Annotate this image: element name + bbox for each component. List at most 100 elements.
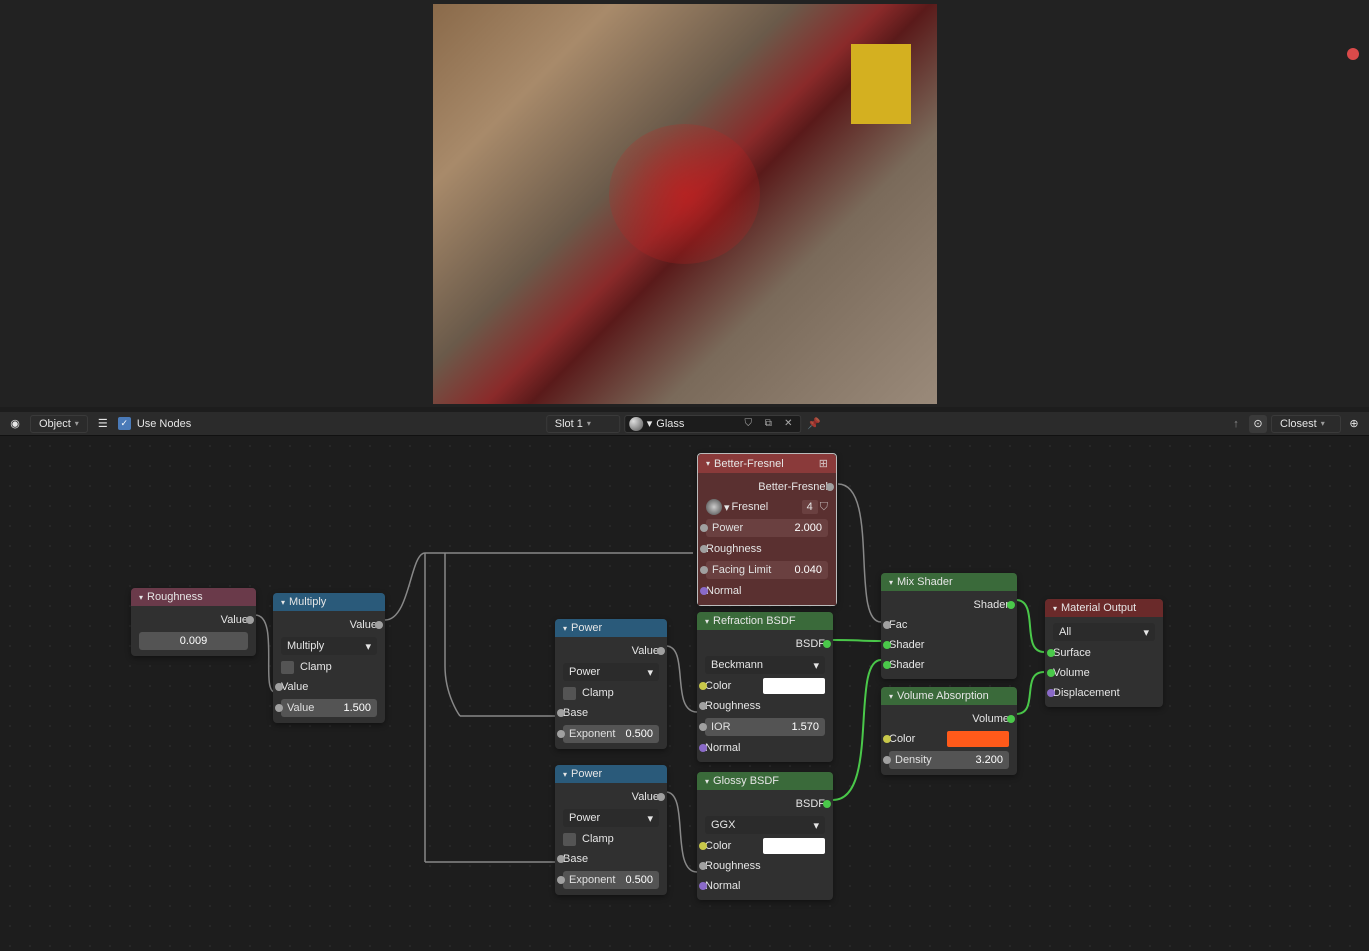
socket-input[interactable]	[275, 704, 283, 712]
color-swatch[interactable]	[763, 838, 825, 854]
facing-limit-field[interactable]: Facing Limit0.040	[706, 561, 828, 579]
use-nodes-checkbox[interactable]: ✓	[118, 417, 131, 430]
socket-output[interactable]	[246, 616, 254, 624]
socket-input[interactable]	[1047, 689, 1055, 697]
material-name-input[interactable]	[656, 418, 736, 430]
chevron-down-icon: ▾	[1321, 419, 1325, 428]
viewport-3d[interactable]	[0, 0, 1369, 407]
menu-icon[interactable]: ☰	[94, 415, 112, 433]
group-icon[interactable]: ⊞	[819, 457, 828, 470]
color-swatch[interactable]	[763, 678, 825, 694]
ior-field[interactable]: IOR1.570	[705, 718, 825, 736]
render-preview	[433, 4, 937, 404]
node-power-1[interactable]: ▾Power Value Power▾ Clamp Base Exponent0…	[555, 619, 667, 749]
socket-input[interactable]	[883, 735, 891, 743]
socket-input[interactable]	[699, 862, 707, 870]
node-header[interactable]: ▾Mix Shader	[881, 573, 1017, 591]
clamp-checkbox[interactable]: Clamp	[563, 833, 614, 846]
node-multiply[interactable]: ▾Multiply Value Multiply▾ Clamp Value Va…	[273, 593, 385, 723]
chevron-down-icon: ▾	[724, 501, 730, 514]
overlay-icon[interactable]: ⊕	[1345, 415, 1363, 433]
node-mix-shader[interactable]: ▾Mix Shader Shader Fac Shader Shader	[881, 573, 1017, 679]
clamp-checkbox[interactable]: Clamp	[281, 661, 332, 674]
socket-input[interactable]	[557, 855, 565, 863]
node-header[interactable]: ▾Power	[555, 619, 667, 637]
socket-output[interactable]	[375, 621, 383, 629]
target-select[interactable]: All▾	[1053, 623, 1155, 641]
socket-output[interactable]	[657, 647, 665, 655]
node-better-fresnel[interactable]: ▾Better-Fresnel⊞ Better-Fresnel ▾ Fresne…	[697, 453, 837, 606]
socket-input[interactable]	[883, 756, 891, 764]
snap-mode-dropdown[interactable]: Closest ▾	[1271, 415, 1341, 433]
socket-output[interactable]	[1007, 715, 1015, 723]
node-material-output[interactable]: ▾Material Output All▾ Surface Volume Dis…	[1045, 599, 1163, 707]
socket-input[interactable]	[883, 661, 891, 669]
material-selector[interactable]: ▾ ⛉ ⧉ ✕	[624, 415, 802, 433]
socket-output[interactable]	[1007, 601, 1015, 609]
socket-input[interactable]	[1047, 649, 1055, 657]
node-header[interactable]: ▾Volume Absorption	[881, 687, 1017, 705]
socket-input[interactable]	[557, 876, 565, 884]
distribution-select[interactable]: Beckmann▾	[705, 656, 825, 674]
distribution-select[interactable]: GGX▾	[705, 816, 825, 834]
operation-select[interactable]: Multiply▾	[281, 637, 377, 655]
node-header[interactable]: ▾Refraction BSDF	[697, 612, 833, 630]
socket-input[interactable]	[275, 683, 283, 691]
shield-icon[interactable]: ⛉	[740, 416, 756, 432]
node-power-2[interactable]: ▾Power Value Power▾ Clamp Base Exponent0…	[555, 765, 667, 895]
power-field[interactable]: Power2.000	[706, 519, 828, 537]
node-header[interactable]: ▾Material Output	[1045, 599, 1163, 617]
node-header[interactable]: ▾Better-Fresnel⊞	[698, 454, 836, 473]
color-swatch[interactable]	[947, 731, 1009, 747]
chevron-down-icon: ▾	[813, 819, 819, 832]
value-field[interactable]: Value1.500	[281, 699, 377, 717]
socket-input[interactable]	[699, 744, 707, 752]
socket-input[interactable]	[1047, 669, 1055, 677]
density-field[interactable]: Density3.200	[889, 751, 1009, 769]
socket-input[interactable]	[699, 682, 707, 690]
socket-input[interactable]	[883, 621, 891, 629]
socket-output[interactable]	[823, 800, 831, 808]
socket-input[interactable]	[883, 641, 891, 649]
mode-dropdown[interactable]: Object ▾	[30, 415, 88, 433]
socket-output[interactable]	[823, 640, 831, 648]
editor-type-icon[interactable]: ◉	[6, 415, 24, 433]
node-volume-absorption[interactable]: ▾Volume Absorption Volume Color Density3…	[881, 687, 1017, 775]
chevron-down-icon: ▾	[705, 617, 709, 626]
socket-input[interactable]	[700, 524, 708, 532]
socket-input[interactable]	[700, 566, 708, 574]
node-header[interactable]: ▾Power	[555, 765, 667, 783]
value-field[interactable]: 0.009	[139, 632, 248, 650]
socket-input[interactable]	[557, 709, 565, 717]
node-header[interactable]: ▾Roughness	[131, 588, 256, 606]
clamp-checkbox[interactable]: Clamp	[563, 687, 614, 700]
socket-input[interactable]	[699, 882, 707, 890]
close-icon[interactable]: ✕	[780, 416, 796, 432]
exponent-field[interactable]: Exponent0.500	[563, 725, 659, 743]
up-arrow-icon[interactable]: ↑	[1227, 415, 1245, 433]
node-header[interactable]: ▾Glossy BSDF	[697, 772, 833, 790]
socket-input[interactable]	[700, 587, 708, 595]
operation-select[interactable]: Power▾	[563, 809, 659, 827]
node-roughness[interactable]: ▾Roughness Value 0.009	[131, 588, 256, 656]
socket-input[interactable]	[699, 842, 707, 850]
socket-input[interactable]	[699, 702, 707, 710]
copy-icon[interactable]: ⧉	[760, 416, 776, 432]
snap-icon[interactable]: ⊙	[1249, 415, 1267, 433]
socket-output[interactable]	[657, 793, 665, 801]
socket-input[interactable]	[700, 545, 708, 553]
pin-icon[interactable]: 📌	[805, 415, 823, 433]
exponent-field[interactable]: Exponent0.500	[563, 871, 659, 889]
operation-select[interactable]: Power▾	[563, 663, 659, 681]
shield-icon[interactable]: ⛉	[820, 501, 828, 514]
node-refraction-bsdf[interactable]: ▾Refraction BSDF BSDF Beckmann▾ Color Ro…	[697, 612, 833, 762]
user-count[interactable]: 4	[802, 500, 818, 514]
socket-input[interactable]	[699, 723, 707, 731]
socket-input[interactable]	[557, 730, 565, 738]
slot-dropdown[interactable]: Slot 1 ▾	[546, 415, 620, 433]
chevron-down-icon: ▾	[647, 417, 653, 430]
socket-output[interactable]	[826, 483, 834, 491]
node-glossy-bsdf[interactable]: ▾Glossy BSDF BSDF GGX▾ Color Roughness N…	[697, 772, 833, 900]
node-header[interactable]: ▾Multiply	[273, 593, 385, 611]
node-editor[interactable]: ▾Roughness Value 0.009 ▾Multiply Value M…	[0, 436, 1369, 951]
